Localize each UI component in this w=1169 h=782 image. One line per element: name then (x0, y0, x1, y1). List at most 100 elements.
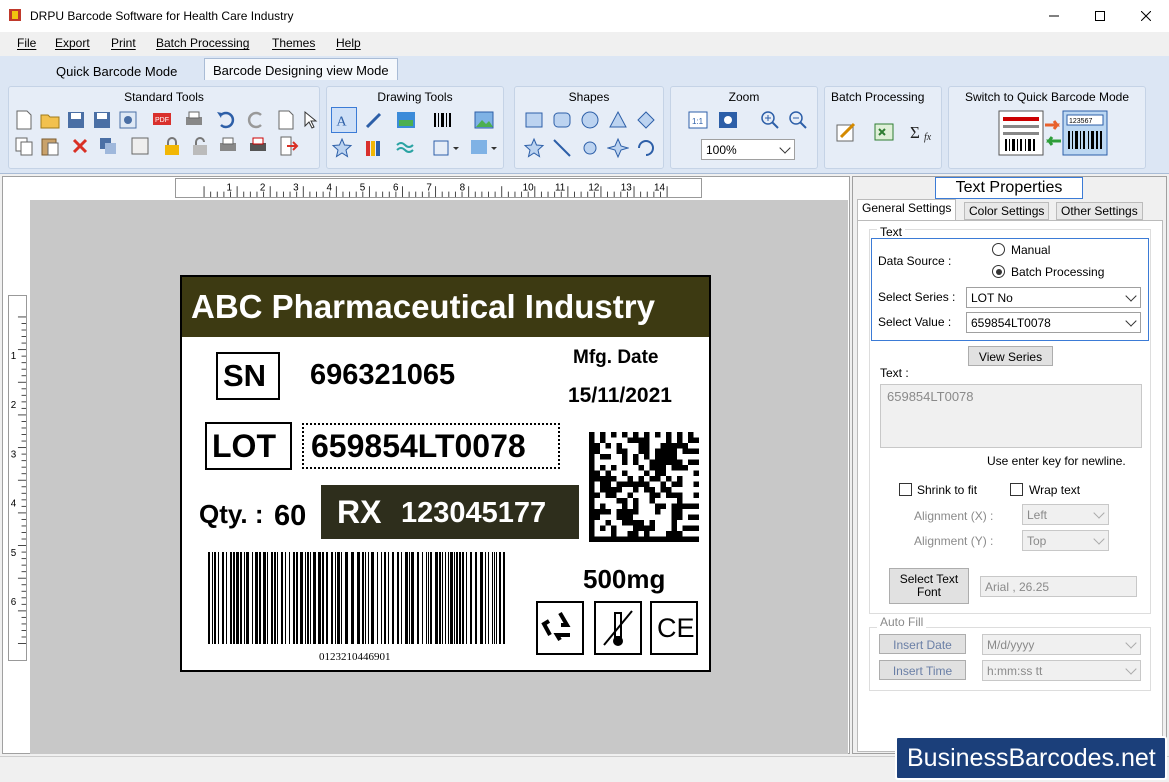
export-image-icon[interactable] (117, 109, 139, 131)
batch-processing-label[interactable]: Batch Processing (1011, 265, 1104, 279)
minimize-button[interactable] (1031, 0, 1077, 32)
line-icon[interactable] (551, 137, 573, 159)
print-setup-icon[interactable] (247, 135, 269, 157)
linear-barcode[interactable] (207, 552, 510, 644)
select-icon[interactable] (299, 109, 321, 131)
align-dropdown-icon[interactable] (431, 137, 461, 159)
page-icon[interactable] (275, 109, 297, 131)
copy-icon[interactable] (13, 135, 35, 157)
manual-label[interactable]: Manual (1011, 243, 1050, 257)
tab-color-settings[interactable]: Color Settings (964, 202, 1050, 220)
wrap-text-label[interactable]: Wrap text (1029, 483, 1080, 497)
unlock-icon[interactable] (189, 135, 211, 157)
zoom-select[interactable]: 100% (701, 139, 795, 160)
arc-icon[interactable] (635, 137, 657, 159)
tab-quick-barcode-mode[interactable]: Quick Barcode Mode (48, 60, 185, 82)
view-series-button[interactable]: View Series (968, 346, 1053, 366)
shrink-to-fit-label[interactable]: Shrink to fit (917, 483, 977, 497)
wrap-text-checkbox[interactable] (1010, 483, 1023, 496)
company-name[interactable]: ABC Pharmaceutical Industry (191, 288, 655, 326)
open-folder-icon[interactable] (39, 109, 61, 131)
image-dropdown-icon[interactable] (469, 137, 499, 159)
datamatrix-code[interactable] (589, 432, 699, 542)
menu-batch-processing[interactable]: Batch Processing (156, 36, 249, 50)
image-icon[interactable] (473, 109, 495, 131)
formula-icon[interactable]: Σfx (909, 121, 937, 143)
tab-general-settings[interactable]: General Settings (857, 199, 957, 220)
select-value-dropdown[interactable]: 659854LT0078 (966, 312, 1141, 333)
four-point-star-icon[interactable] (607, 137, 629, 159)
time-format-dropdown[interactable]: h:mm:ss tt (982, 660, 1141, 681)
actual-size-icon[interactable]: 1:1 (687, 109, 709, 131)
alignment-y-dropdown[interactable]: Top (1022, 530, 1109, 551)
zoom-out-icon[interactable] (787, 109, 809, 131)
duplicate-icon[interactable] (97, 135, 119, 157)
qty-label[interactable]: Qty. : (199, 499, 264, 530)
save-as-icon[interactable] (91, 109, 113, 131)
menu-export[interactable]: Export (55, 36, 90, 50)
save-icon[interactable] (65, 109, 87, 131)
sn-tag[interactable]: SN (223, 358, 266, 394)
rectangle-icon[interactable] (523, 109, 545, 131)
insert-time-button[interactable]: Insert Time (879, 660, 966, 680)
select-series-dropdown[interactable]: LOT No (966, 287, 1141, 308)
fit-to-window-icon[interactable] (717, 109, 739, 131)
close-button[interactable] (1123, 0, 1169, 32)
text-tool-icon[interactable]: A (331, 107, 357, 133)
mfg-date-label[interactable]: Mfg. Date (573, 347, 659, 369)
mfg-date-value[interactable]: 15/11/2021 (568, 384, 672, 408)
batch-processing-radio[interactable] (992, 265, 1005, 278)
alignment-x-dropdown[interactable]: Left (1022, 504, 1109, 525)
barcode-label[interactable]: ABC Pharmaceutical Industry SN 696321065… (180, 275, 711, 672)
switch-to-quick-mode-icon[interactable]: 123567 (997, 109, 1109, 159)
label-header[interactable]: ABC Pharmaceutical Industry (182, 277, 709, 337)
excel-import-icon[interactable] (873, 121, 895, 143)
menu-print[interactable]: Print (111, 36, 136, 50)
select-text-font-button[interactable]: Select Text Font (889, 568, 969, 604)
shrink-to-fit-checkbox[interactable] (899, 483, 912, 496)
ellipse-icon[interactable] (579, 109, 601, 131)
print-icon[interactable] (183, 109, 205, 131)
barcode-icon[interactable] (431, 109, 453, 131)
rounded-rectangle-icon[interactable] (551, 109, 573, 131)
redo-icon[interactable] (245, 109, 267, 131)
lock-icon[interactable] (161, 135, 183, 157)
qty-value[interactable]: 60 (274, 500, 306, 533)
dosage[interactable]: 500mg (583, 564, 665, 595)
temperature-limit-icon[interactable] (594, 601, 642, 655)
star-icon[interactable] (523, 137, 545, 159)
menu-help[interactable]: Help (336, 36, 361, 50)
barcode-human-readable[interactable]: 0123210446901 (319, 651, 391, 663)
date-format-dropdown[interactable]: M/d/yyyy (982, 634, 1141, 655)
tab-designing-view-mode[interactable]: Barcode Designing view Mode (204, 58, 398, 80)
library-icon[interactable] (363, 137, 385, 159)
edit-batch-icon[interactable] (835, 121, 857, 143)
triangle-icon[interactable] (607, 109, 629, 131)
menu-themes[interactable]: Themes (272, 36, 315, 50)
lot-number[interactable]: 659854LT0078 (311, 428, 526, 465)
rx-box[interactable]: RX 123045177 (321, 485, 579, 539)
new-icon[interactable] (13, 109, 35, 131)
recycle-icon[interactable] (536, 601, 584, 655)
insert-date-button[interactable]: Insert Date (879, 634, 966, 654)
paste-icon[interactable] (39, 135, 61, 157)
menu-file[interactable]: File (17, 36, 36, 50)
diamond-icon[interactable] (635, 109, 657, 131)
burst-icon[interactable] (579, 137, 601, 159)
watermark-icon[interactable] (395, 137, 417, 159)
pen-icon[interactable] (363, 109, 385, 131)
ce-mark-box[interactable]: CE (650, 601, 698, 655)
print-preview-icon[interactable] (217, 135, 239, 157)
undo-icon[interactable] (215, 109, 237, 131)
pdf-icon[interactable]: PDF (151, 109, 173, 131)
maximize-button[interactable] (1077, 0, 1123, 32)
star-draw-icon[interactable] (331, 137, 353, 159)
serial-number[interactable]: 696321065 (310, 359, 455, 392)
lot-tag[interactable]: LOT (212, 428, 276, 465)
picture-icon[interactable] (395, 109, 417, 131)
exit-icon[interactable] (277, 135, 299, 157)
zoom-in-icon[interactable] (759, 109, 781, 131)
manual-radio[interactable] (992, 243, 1005, 256)
tab-other-settings[interactable]: Other Settings (1056, 202, 1143, 220)
delete-icon[interactable] (69, 135, 91, 157)
